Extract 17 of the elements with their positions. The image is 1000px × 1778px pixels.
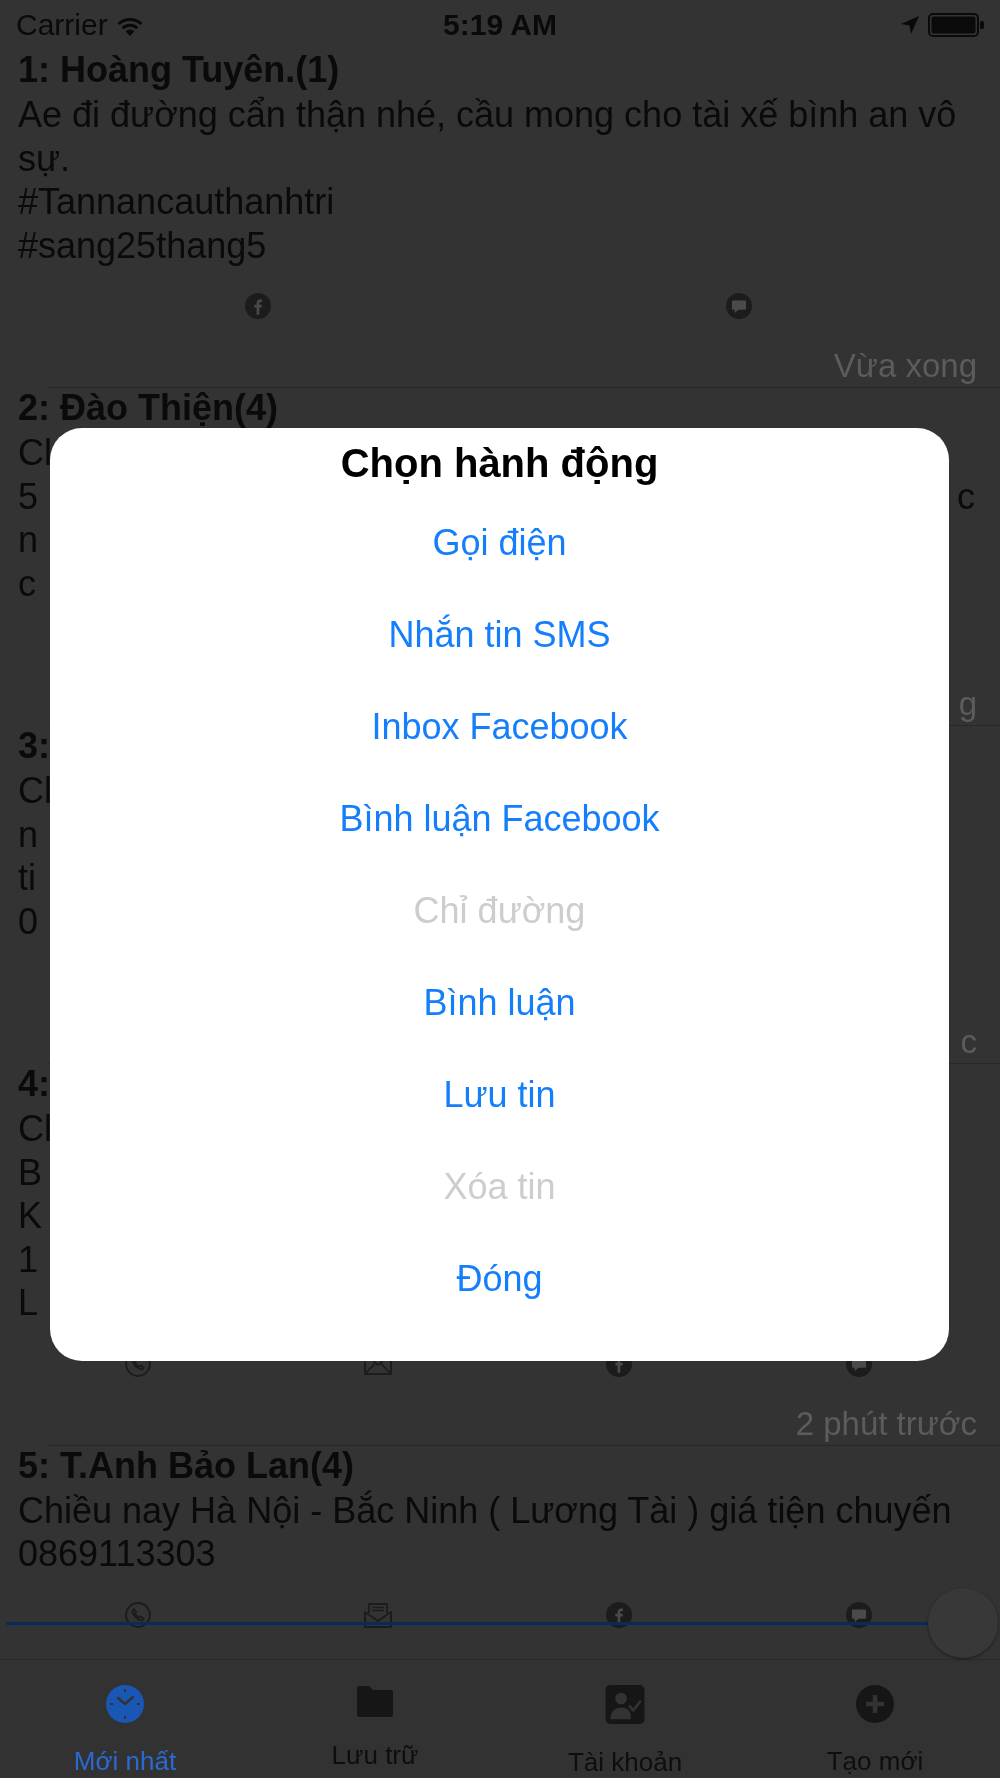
menu-item[interactable]: Nhắn tin SMS bbox=[382, 611, 617, 659]
tab[interactable]: Mới nhất bbox=[0, 1660, 250, 1778]
menu-item[interactable]: Bình luận Facebook bbox=[333, 795, 666, 843]
menu-item[interactable]: Bình luận bbox=[417, 979, 582, 1027]
open-envelope-icon[interactable] bbox=[364, 1601, 393, 1628]
menu-item[interactable]: Inbox Facebook bbox=[365, 703, 634, 751]
round-button[interactable] bbox=[928, 1588, 998, 1658]
person-card-icon bbox=[605, 1685, 645, 1724]
dialog-title: Chọn hành động bbox=[340, 440, 659, 487]
battery-icon bbox=[928, 13, 984, 37]
plus-icon bbox=[856, 1685, 894, 1723]
menu-item[interactable]: Lưu tin bbox=[437, 1071, 562, 1119]
menu-item[interactable]: Đóng bbox=[450, 1255, 549, 1303]
location-arrow-icon bbox=[900, 15, 920, 35]
menu-item[interactable]: Gọi điện bbox=[426, 519, 573, 567]
folder-icon bbox=[356, 1685, 394, 1717]
clock-icon bbox=[106, 1685, 144, 1723]
